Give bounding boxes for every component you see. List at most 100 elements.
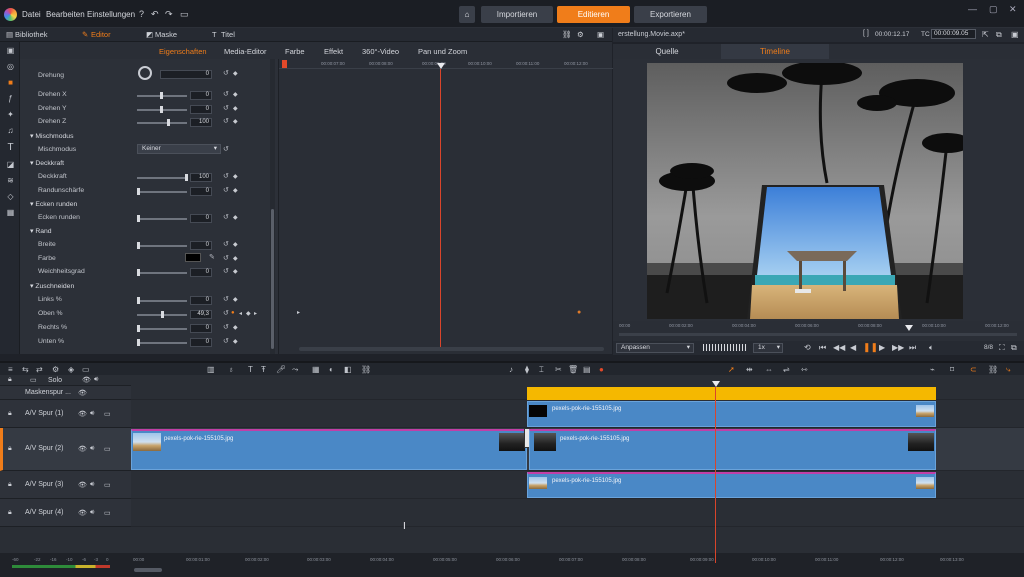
start-marker[interactable] <box>282 60 287 68</box>
speed-dropdown[interactable]: 1x ▾ <box>753 343 783 353</box>
keyframe-active-icon[interactable]: ● <box>231 310 235 316</box>
visibility-icon[interactable]: 👁︎ <box>78 509 87 517</box>
edit-button[interactable]: Editieren <box>557 6 630 23</box>
close-icon[interactable]: ✕ <box>1009 4 1017 15</box>
timeline-scrollbar[interactable] <box>134 568 162 572</box>
ecken-section[interactable]: ▾ Ecken runden <box>30 200 77 208</box>
loop-icon[interactable]: ⟲ <box>804 343 811 352</box>
scrub-track[interactable] <box>619 333 1017 336</box>
keyframe-icon[interactable]: ◆ <box>233 70 238 77</box>
link-icon[interactable]: ⛓ <box>562 30 572 39</box>
zuschneiden-section[interactable]: ▾ Zuschneiden <box>30 282 74 290</box>
reset-icon[interactable]: ↺ <box>223 254 229 262</box>
slider-handle[interactable] <box>160 106 163 113</box>
transition-icon[interactable]: ✦ <box>6 110 15 119</box>
lock-icon[interactable]: 🔒︎ <box>8 509 12 517</box>
reset-icon[interactable]: ↺ <box>223 323 229 331</box>
lock-icon[interactable]: 🔒︎ <box>8 376 12 384</box>
track-2-clip-a[interactable]: pexels-pok-rie-155105.jpg <box>131 429 527 470</box>
visibility-icon[interactable]: 👁︎ <box>78 481 87 489</box>
preview-scrubber[interactable]: 00:00 00:00:02:00 00:00:04:00 00:00:06:0… <box>613 321 1024 341</box>
tab-library[interactable]: Bibliothek <box>15 30 48 39</box>
reset-icon[interactable]: ↺ <box>223 145 229 153</box>
visibility-icon[interactable]: 👁︎ <box>78 389 87 397</box>
tab-title[interactable]: Titel <box>221 30 235 39</box>
slider-handle[interactable] <box>137 325 140 332</box>
keyframe-nav-arrow[interactable]: ▸ <box>297 309 300 316</box>
ecken-slider[interactable] <box>137 218 187 220</box>
settings-icon[interactable]: ⚙ <box>52 365 59 374</box>
mischmodus-section[interactable]: ▾ Mischmodus <box>30 132 73 140</box>
audio-wave-icon[interactable]: ⌁ <box>930 365 935 374</box>
cut-icon[interactable]: ✂ <box>555 365 562 374</box>
popout-icon[interactable]: ⧉ <box>1011 343 1017 353</box>
lock-icon[interactable]: 🔒︎ <box>8 445 12 453</box>
roll-tool-icon[interactable]: ⇹ <box>746 365 753 374</box>
mischmodus-dropdown[interactable]: Keiner ▾ <box>137 144 221 154</box>
stretch-tool-icon[interactable]: ⇿ <box>801 365 808 374</box>
empty-track-lane[interactable]: I <box>131 521 1024 553</box>
layers-icon[interactable]: ≋ <box>6 176 15 185</box>
rechts-input[interactable]: 0 <box>190 324 212 333</box>
reset-icon[interactable]: ↺ <box>223 117 229 125</box>
keyframe-icon[interactable]: ◆ <box>233 91 238 98</box>
maximize-icon[interactable]: ▢ <box>989 4 998 15</box>
slider-handle[interactable] <box>137 215 140 222</box>
panel-maximize-icon[interactable]: ▣ <box>597 30 604 39</box>
timecode-input[interactable]: 00:00:09.05 <box>931 29 976 39</box>
document-icon[interactable]: ▭ <box>180 9 189 20</box>
video-preview[interactable] <box>647 63 963 319</box>
color-swatch[interactable] <box>185 253 201 262</box>
track-4-lane[interactable] <box>131 499 1024 527</box>
tab-effekt[interactable]: Effekt <box>324 47 343 56</box>
keyframe-icon[interactable]: ◆ <box>233 105 238 112</box>
keyframe-icon[interactable]: ◆ <box>233 296 238 303</box>
text-icon[interactable]: T <box>6 142 15 153</box>
timeline-playhead-marker[interactable] <box>712 381 720 387</box>
reset-icon[interactable]: ↺ <box>223 240 229 248</box>
visibility-icon[interactable]: 👁︎ <box>78 445 87 453</box>
keyframe-icon[interactable]: ◆ <box>233 324 238 331</box>
help-icon[interactable]: ? <box>139 9 144 19</box>
playhead-marker[interactable] <box>437 63 445 69</box>
keyframe-icon[interactable]: ◆ <box>246 310 251 317</box>
pause-icon[interactable]: ❚❚ <box>863 342 878 353</box>
motion-icon[interactable]: ◇ <box>6 192 15 201</box>
transform-icon[interactable]: ⌑ <box>950 365 954 374</box>
voiceover-icon[interactable]: 🎤︎ <box>276 365 286 374</box>
volume-icon[interactable]: 🔈︎ <box>929 343 934 353</box>
delete-icon[interactable]: 🗑︎ <box>568 365 578 374</box>
menu-bearbeiten[interactable]: Bearbeiten <box>46 10 85 19</box>
track-1-clip[interactable]: pexels-pok-rie-155105.jpg <box>527 401 936 427</box>
storyboard-icon[interactable]: ▭ <box>82 365 90 374</box>
keyframe-icon[interactable]: ◆ <box>233 214 238 221</box>
weichheit-slider[interactable] <box>137 272 187 274</box>
motion-track-icon[interactable]: ⤳ <box>292 365 298 375</box>
audio-icon[interactable]: 🔊︎ <box>90 509 94 517</box>
oben-input[interactable]: 49,3 <box>190 310 212 319</box>
link-toggle-icon[interactable]: ⛓ <box>988 365 998 374</box>
links-input[interactable]: 0 <box>190 296 212 305</box>
audio-mixer-icon[interactable]: ▥ <box>207 365 215 374</box>
tab-media-editor[interactable]: Media-Editor <box>224 47 267 56</box>
audio-icon[interactable]: 🔊︎ <box>90 481 94 489</box>
settings-icon[interactable]: ⚙ <box>577 30 584 39</box>
drehen-x-input[interactable]: 0 <box>190 91 212 100</box>
weichheit-input[interactable]: 0 <box>190 268 212 277</box>
monitor-icon[interactable]: ▭ <box>104 410 111 418</box>
step-back-icon[interactable]: ◀ <box>850 343 856 352</box>
preview-playhead[interactable] <box>905 325 913 331</box>
keyframe-scrollbar[interactable] <box>299 347 604 351</box>
trim-icon[interactable]: ⌶ <box>539 365 544 375</box>
track-1-lane[interactable]: pexels-pok-rie-155105.jpg <box>131 400 1024 428</box>
keyframe-icon[interactable]: ◆ <box>233 187 238 194</box>
deckkraft-input[interactable]: 100 <box>190 173 212 182</box>
export-frame-icon[interactable]: ⇱ <box>982 30 989 39</box>
color-wheel-icon[interactable]: ◐ <box>329 365 334 374</box>
panel-maximize-icon[interactable]: ▣ <box>1011 30 1019 39</box>
prev-keyframe-icon[interactable]: ◂ <box>239 310 242 317</box>
menu-einstellungen[interactable]: Einstellungen <box>87 10 135 19</box>
lock-icon[interactable]: 🔒︎ <box>8 481 12 489</box>
text-icon[interactable]: T <box>248 365 253 374</box>
keyframe-dot[interactable]: ● <box>577 309 581 316</box>
